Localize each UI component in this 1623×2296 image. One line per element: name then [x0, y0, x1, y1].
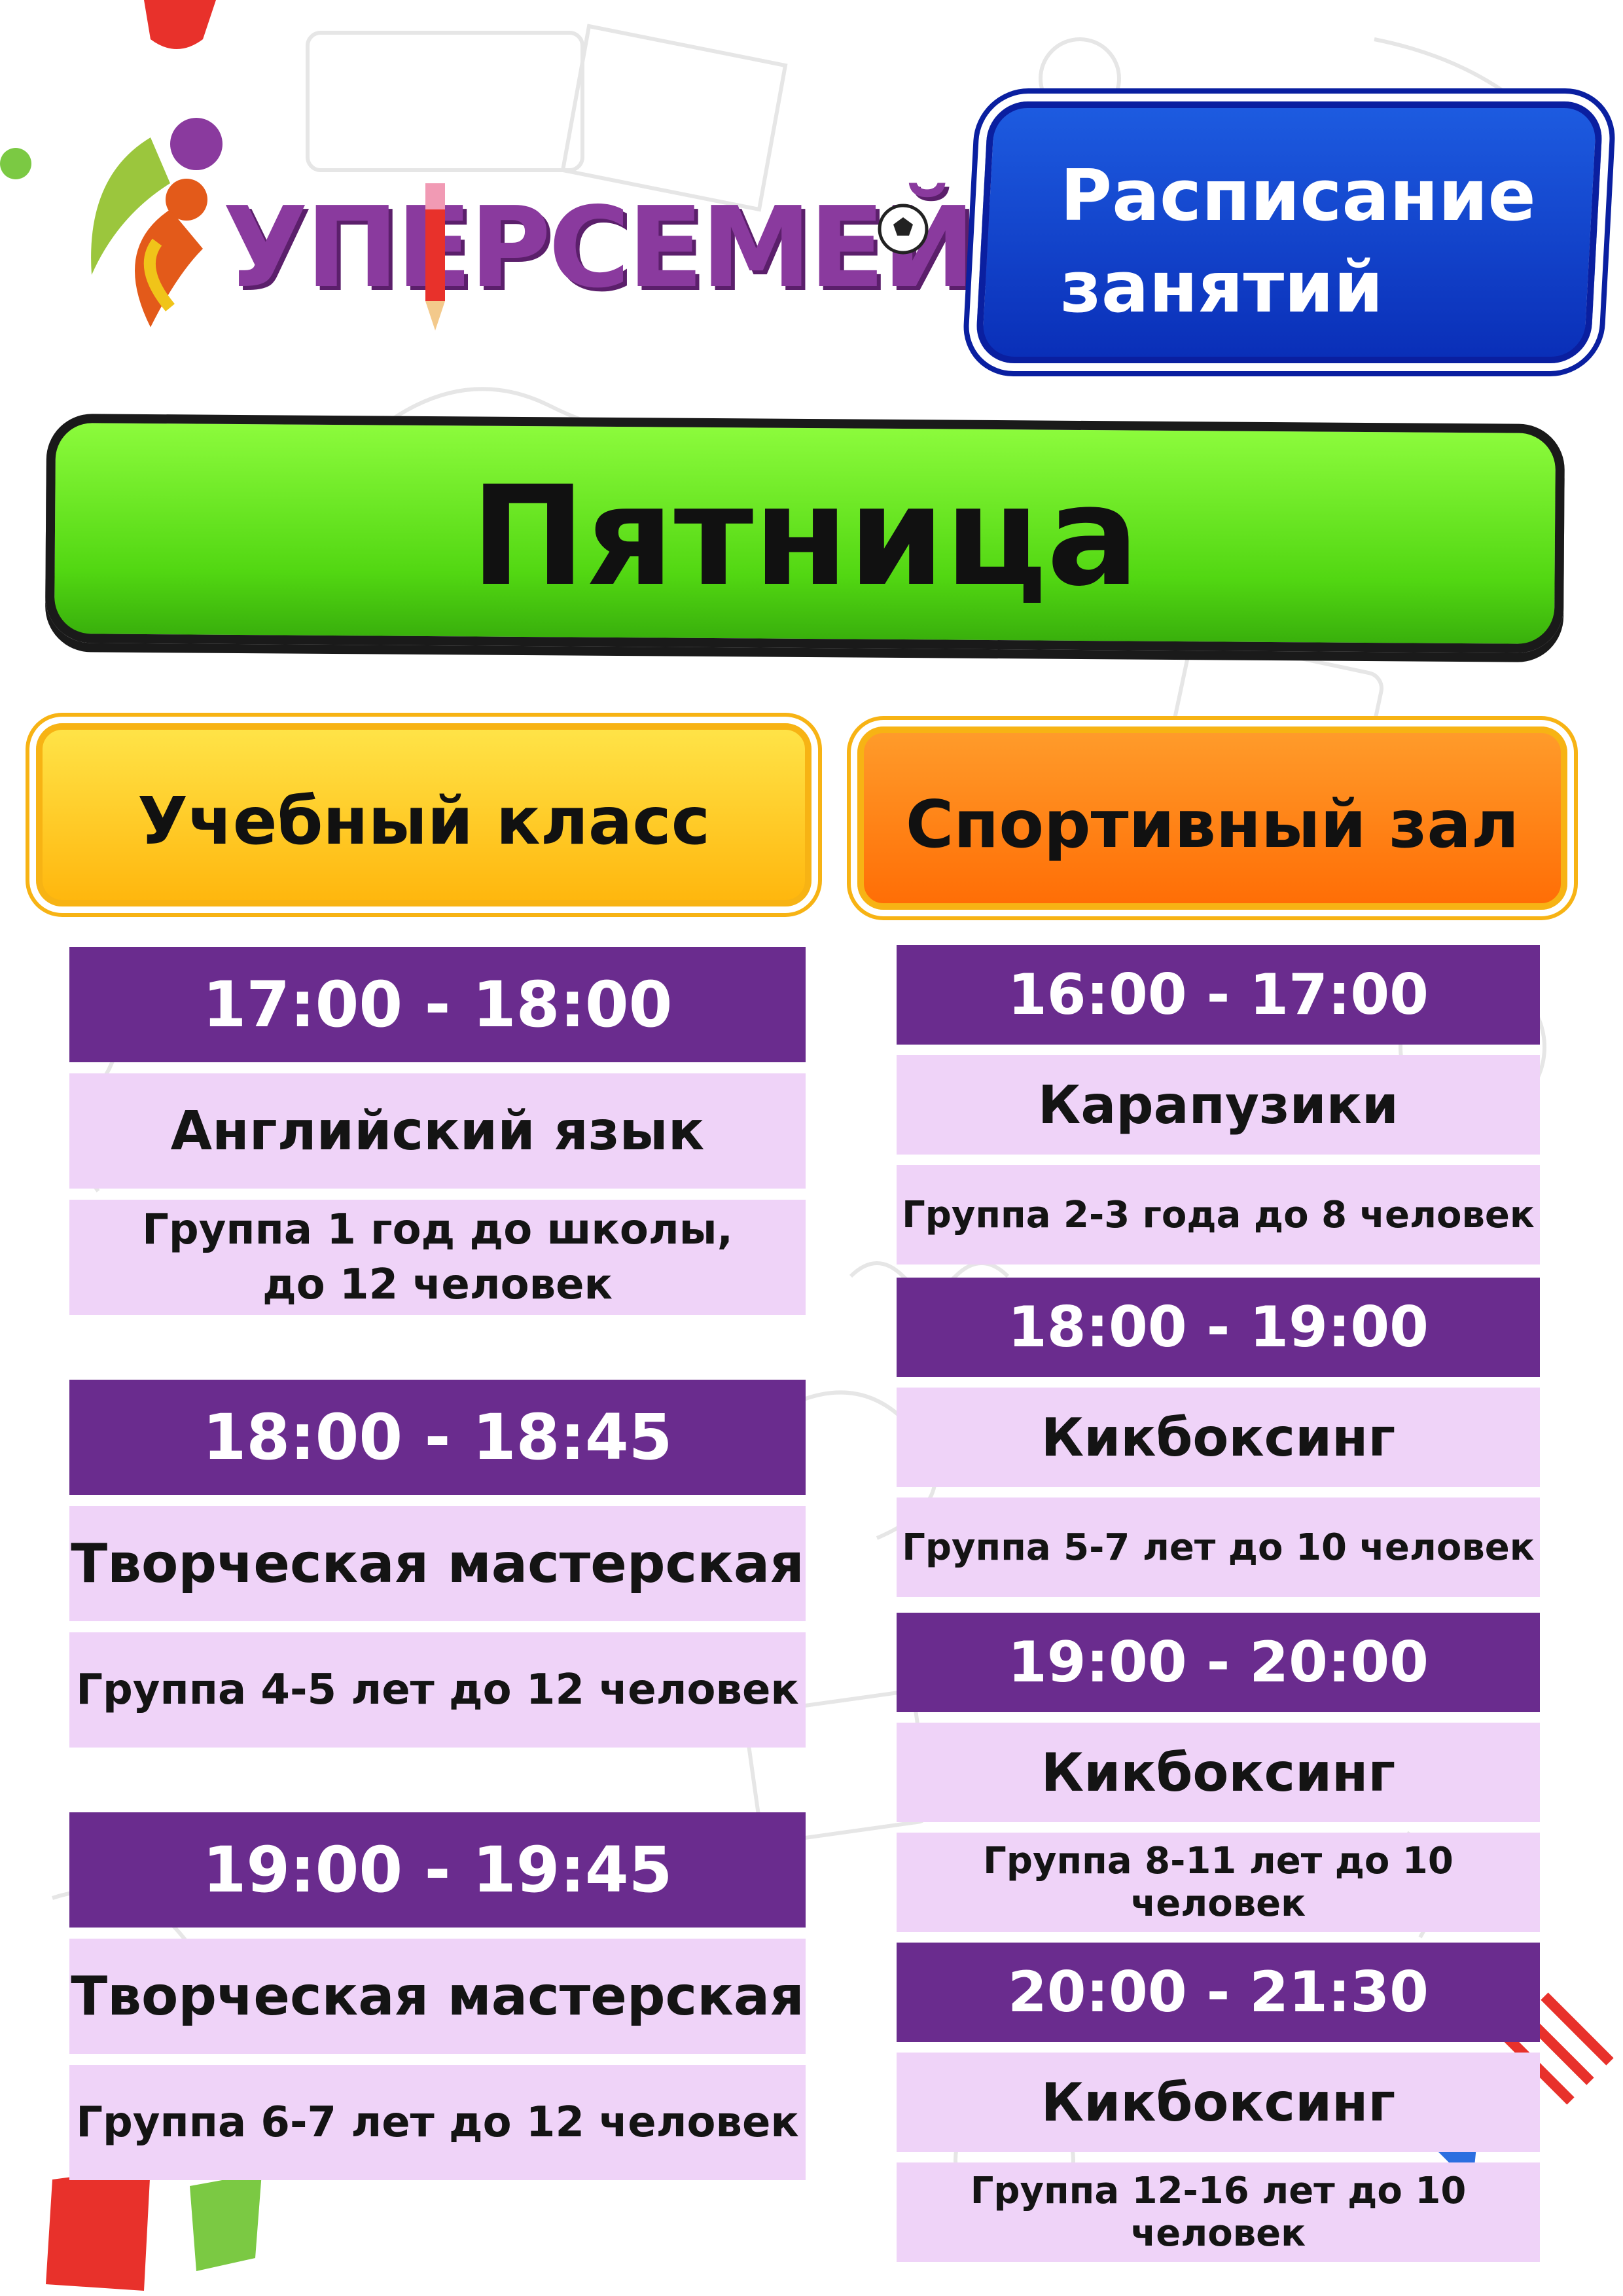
time-slot: 18:00 - 19:00: [897, 1278, 1540, 1377]
activity-name: Творческая мастерская: [69, 1506, 806, 1621]
group-info: Группа 12-16 лет до 10 человек: [897, 2162, 1540, 2262]
time-slot: 20:00 - 21:30: [897, 1943, 1540, 2042]
time-slot: 19:00 - 19:45: [69, 1812, 806, 1928]
green-dot: [0, 148, 31, 179]
group-info: Группа 4-5 лет до 12 человек: [69, 1632, 806, 1748]
activity-name: Английский язык: [69, 1073, 806, 1189]
group-info: Группа 1 год до школы, до 12 человек: [69, 1200, 806, 1315]
page-title: Расписание занятий: [1060, 155, 1536, 329]
activity-name: Кикбоксинг: [897, 1723, 1540, 1822]
logo-mark-icon: [91, 118, 223, 327]
column-header-classroom: Учебный класс: [36, 723, 812, 906]
column-title: Учебный класс: [137, 783, 710, 859]
corner-splash-bottom-left: [46, 2166, 262, 2291]
activity-name: Творческая мастерская: [69, 1939, 806, 2054]
time-slot: 19:00 - 20:00: [897, 1613, 1540, 1712]
day-label: Пятница: [471, 456, 1139, 617]
group-info: Группа 5-7 лет до 10 человек: [897, 1498, 1540, 1597]
column-header-gym: Спортивный зал: [857, 726, 1567, 910]
activity-name: Карапузики: [897, 1055, 1540, 1155]
group-info: Группа 2-3 года до 8 человек: [897, 1165, 1540, 1265]
logo: УПЕРСЕМЕЙКА: [72, 111, 1147, 347]
time-slot: 18:00 - 18:45: [69, 1380, 806, 1495]
pencil-icon: [425, 183, 445, 331]
soccer-ball-icon: [878, 204, 929, 255]
activity-name: Кикбоксинг: [897, 1388, 1540, 1487]
time-slot: 16:00 - 17:00: [897, 945, 1540, 1045]
corner-splash-top: [144, 0, 216, 49]
group-info: Группа 8-11 лет до 10 человек: [897, 1833, 1540, 1932]
time-slot: 17:00 - 18:00: [69, 947, 806, 1062]
column-title: Спортивный зал: [905, 786, 1520, 863]
group-info: Группа 6-7 лет до 12 человек: [69, 2065, 806, 2180]
activity-name: Кикбоксинг: [897, 2053, 1540, 2152]
